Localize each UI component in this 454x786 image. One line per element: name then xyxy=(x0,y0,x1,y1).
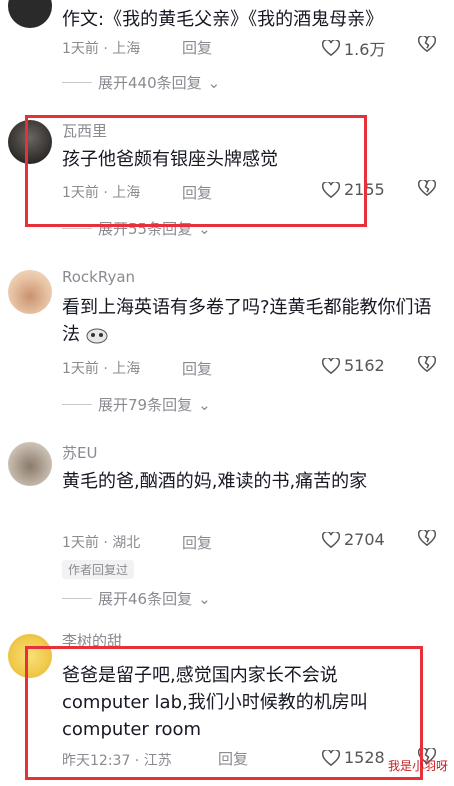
broken-heart-icon xyxy=(418,180,436,196)
highlight-box xyxy=(25,646,423,780)
heart-icon xyxy=(322,531,340,548)
like-count: 1.6万 xyxy=(344,40,386,59)
comment-item: RockRyan 看到上海英语有多卷了吗?连黄毛都能教你们语法 1天前 · 上海… xyxy=(0,262,454,422)
dislike-button[interactable] xyxy=(418,356,436,372)
avatar[interactable] xyxy=(8,0,52,28)
watermark: 我是小羽呀 xyxy=(387,759,448,773)
dislike-button[interactable] xyxy=(418,36,436,52)
expand-replies[interactable]: 展开440条回复 ⌄ xyxy=(62,72,220,93)
reply-button[interactable]: 回复 xyxy=(182,358,212,379)
avatar[interactable] xyxy=(8,270,52,314)
like-button[interactable]: 2704 xyxy=(322,530,385,549)
comment-username[interactable]: 苏EU xyxy=(62,442,97,463)
dislike-button[interactable] xyxy=(418,530,436,546)
comment-meta: 1天前 · 上海 xyxy=(62,41,141,57)
like-button[interactable]: 5162 xyxy=(322,356,385,375)
emoji-icon xyxy=(86,326,108,344)
broken-heart-icon xyxy=(418,36,436,52)
comment-item: 作文:《我的黄毛父亲》《我的酒鬼母亲》 1天前 · 上海 回复 1.6万 展开4… xyxy=(0,0,454,100)
chevron-down-icon: ⌄ xyxy=(198,589,211,608)
reply-button[interactable]: 回复 xyxy=(182,532,212,553)
comment-text: 看到上海英语有多卷了吗?连黄毛都能教你们语法 xyxy=(62,297,432,345)
heart-icon xyxy=(322,40,340,56)
comment-username[interactable]: RockRyan xyxy=(62,268,135,286)
chevron-down-icon: ⌄ xyxy=(198,395,211,414)
broken-heart-icon xyxy=(418,356,436,372)
divider xyxy=(62,404,92,405)
comment-text: 黄毛的爸,酗酒的妈,难读的书,痛苦的家 xyxy=(62,471,368,492)
dislike-button[interactable] xyxy=(418,180,436,196)
comment-text: 作文:《我的黄毛父亲》《我的酒鬼母亲》 xyxy=(62,9,384,30)
broken-heart-icon xyxy=(418,530,436,546)
avatar[interactable] xyxy=(8,442,52,486)
chevron-down-icon: ⌄ xyxy=(207,73,221,92)
author-replied-badge: 作者回复过 xyxy=(62,560,135,579)
expand-replies[interactable]: 展开79条回复 ⌄ xyxy=(62,394,211,415)
comment-item: 苏EU 黄毛的爸,酗酒的妈,难读的书,痛苦的家 1天前 · 湖北 回复 2704… xyxy=(0,436,454,616)
like-count: 2704 xyxy=(344,530,385,549)
like-count: 5162 xyxy=(344,356,385,375)
divider xyxy=(62,598,92,599)
comment-meta: 1天前 · 湖北 xyxy=(62,535,141,551)
highlight-box xyxy=(25,115,367,227)
like-button[interactable]: 1.6万 xyxy=(322,36,385,60)
reply-button[interactable]: 回复 xyxy=(182,37,212,58)
divider xyxy=(62,82,92,83)
heart-icon xyxy=(322,357,340,374)
divider xyxy=(62,228,92,229)
expand-replies[interactable]: 展开46条回复 ⌄ xyxy=(62,588,211,609)
comment-meta: 1天前 · 上海 xyxy=(62,361,141,377)
